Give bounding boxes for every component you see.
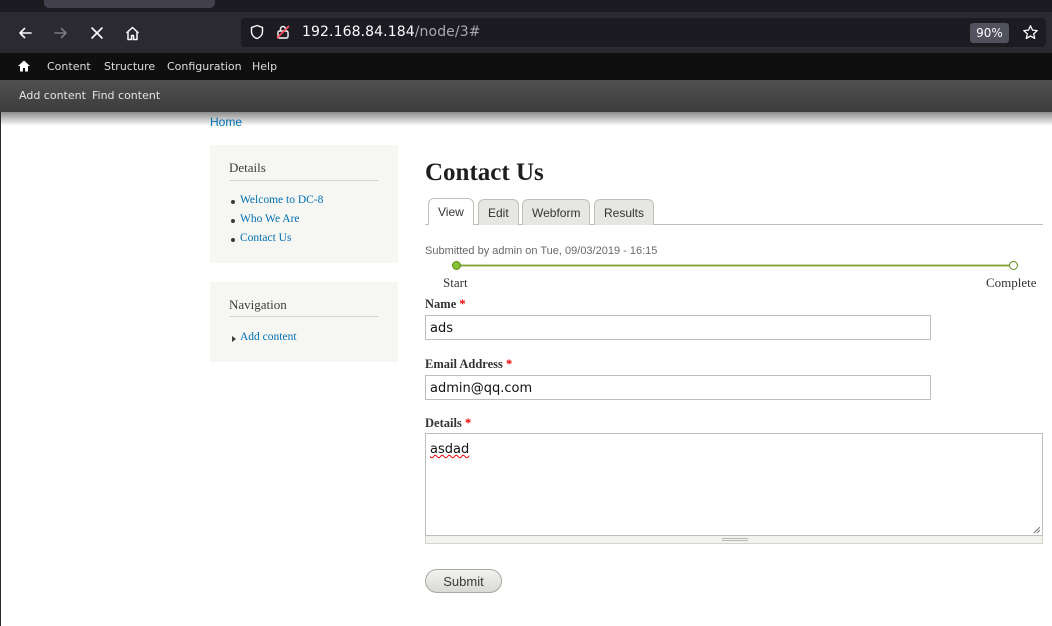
required-marker: * [506,357,513,371]
browser-tab-strip [0,0,1052,12]
email-label: Email Address * [425,357,512,372]
sidebar-link-who-we-are[interactable]: Who We Are [240,213,300,225]
page-title: Contact Us [425,159,544,186]
insecure-lock-icon[interactable] [275,24,291,40]
home-button[interactable] [119,20,145,46]
tab-webform[interactable]: Webform [522,199,591,225]
progress-start-label: Start [443,275,468,290]
close-icon [91,27,103,39]
window-edge [0,112,1,626]
progress-end-label: Complete [986,275,1037,290]
sidebar-details-block: Details Welcome to DC-8 Who We Are Conta… [210,145,398,263]
divider [229,316,379,317]
bookmark-star-icon[interactable] [1022,24,1039,41]
arrow-left-icon [19,27,32,39]
toolbar-item-configuration[interactable]: Configuration [167,60,242,73]
details-text: asdad [430,442,470,457]
toolbar-shadow [0,112,1052,126]
shortcuts-toolbar: Add content Find content [0,80,1052,112]
zoom-level-badge[interactable]: 90% [970,23,1009,43]
toolbar-item-content[interactable]: Content [47,60,91,73]
submit-button[interactable]: Submit [425,569,502,593]
email-input[interactable]: admin@qq.com [425,375,931,400]
url-host: 192.168.84.184 [302,24,415,40]
url-path: /node/3# [414,24,481,40]
submitted-info: Submitted by admin on Tue, 09/03/2019 - … [425,245,658,257]
browser-tab[interactable] [44,0,215,8]
toolbar-item-help[interactable]: Help [252,60,277,73]
divider [229,180,379,181]
sidebar-link-contact-us[interactable]: Contact Us [240,232,291,244]
toolbar-item-structure[interactable]: Structure [104,60,155,73]
required-marker: * [464,416,472,430]
tab-edit[interactable]: Edit [478,199,519,225]
forward-button[interactable] [48,20,74,46]
name-input[interactable]: ads [425,315,931,340]
sidebar-link-welcome[interactable]: Welcome to DC-8 [240,194,323,206]
name-label: Name * [425,297,466,312]
breadcrumb-home[interactable]: Home [210,115,242,129]
block-title: Navigation [229,297,287,312]
details-label: Details * [425,416,471,431]
details-label-text: Details [425,416,462,430]
shortcut-find-content[interactable]: Find content [92,89,160,102]
grip-handle-icon [722,538,748,541]
bullet-icon [231,200,235,204]
name-label-text: Name [425,297,457,311]
tab-results[interactable]: Results [594,199,655,225]
progress-start-dot [452,261,461,270]
tab-view[interactable]: View [428,198,474,225]
block-title: Details [229,160,266,175]
bullet-icon [231,219,235,223]
resize-handle-icon[interactable] [1031,524,1041,534]
arrow-right-icon [54,27,67,39]
stop-button[interactable] [84,20,110,46]
progress-bar [456,264,1013,267]
shortcut-add-content[interactable]: Add content [19,89,86,102]
home-icon[interactable] [17,59,31,73]
details-textarea[interactable]: asdad [425,433,1043,536]
required-marker: * [459,297,466,311]
admin-toolbar: Content Structure Configuration Help [0,53,1052,80]
back-button[interactable] [12,20,38,46]
textarea-grippie[interactable] [425,536,1043,544]
home-icon [125,26,139,40]
email-label-text: Email Address [425,357,503,371]
url-bar[interactable]: 192.168.84.184/node/3# 90% [241,18,1046,47]
collapsed-triangle-icon [232,336,236,342]
url-text[interactable]: 192.168.84.184/node/3# [302,24,481,40]
nav-link-add-content[interactable]: Add content [240,331,297,343]
shield-icon [250,24,264,40]
bullet-icon [231,238,235,242]
browser-navbar: 192.168.84.184/node/3# 90% [0,12,1052,53]
progress-end-dot [1009,261,1018,270]
sidebar-navigation-block: Navigation Add content [210,282,398,362]
